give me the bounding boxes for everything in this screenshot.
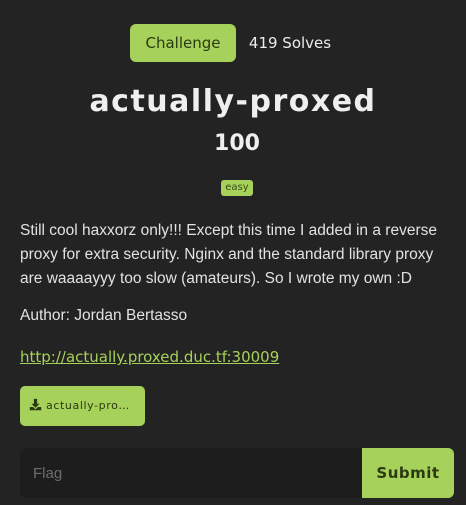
download-icon — [29, 398, 42, 411]
tab-bar: Challenge 419 Solves — [0, 24, 466, 62]
submit-button[interactable]: Submit — [362, 448, 454, 498]
challenge-description: Still cool haxxorz only!!! Except this t… — [20, 222, 437, 287]
tab-challenge[interactable]: Challenge — [130, 24, 236, 62]
download-file-button[interactable]: actually-pro… — [20, 386, 145, 426]
difficulty-badge-row: easy — [0, 175, 466, 196]
challenge-title: actually-proxed — [89, 84, 377, 119]
difficulty-badge: easy — [221, 180, 253, 196]
download-file-label: actually-pro… — [46, 399, 131, 412]
challenge-link[interactable]: http://actually.proxed.duc.tf:30009 — [20, 345, 279, 369]
challenge-author: Author: Jordan Bertasso — [20, 307, 188, 324]
tab-solves[interactable]: 419 Solves — [240, 24, 340, 62]
challenge-modal: Challenge 419 Solves actually-proxed 100… — [0, 0, 466, 505]
challenge-points: 100 — [214, 131, 260, 156]
flag-input[interactable] — [20, 448, 362, 498]
